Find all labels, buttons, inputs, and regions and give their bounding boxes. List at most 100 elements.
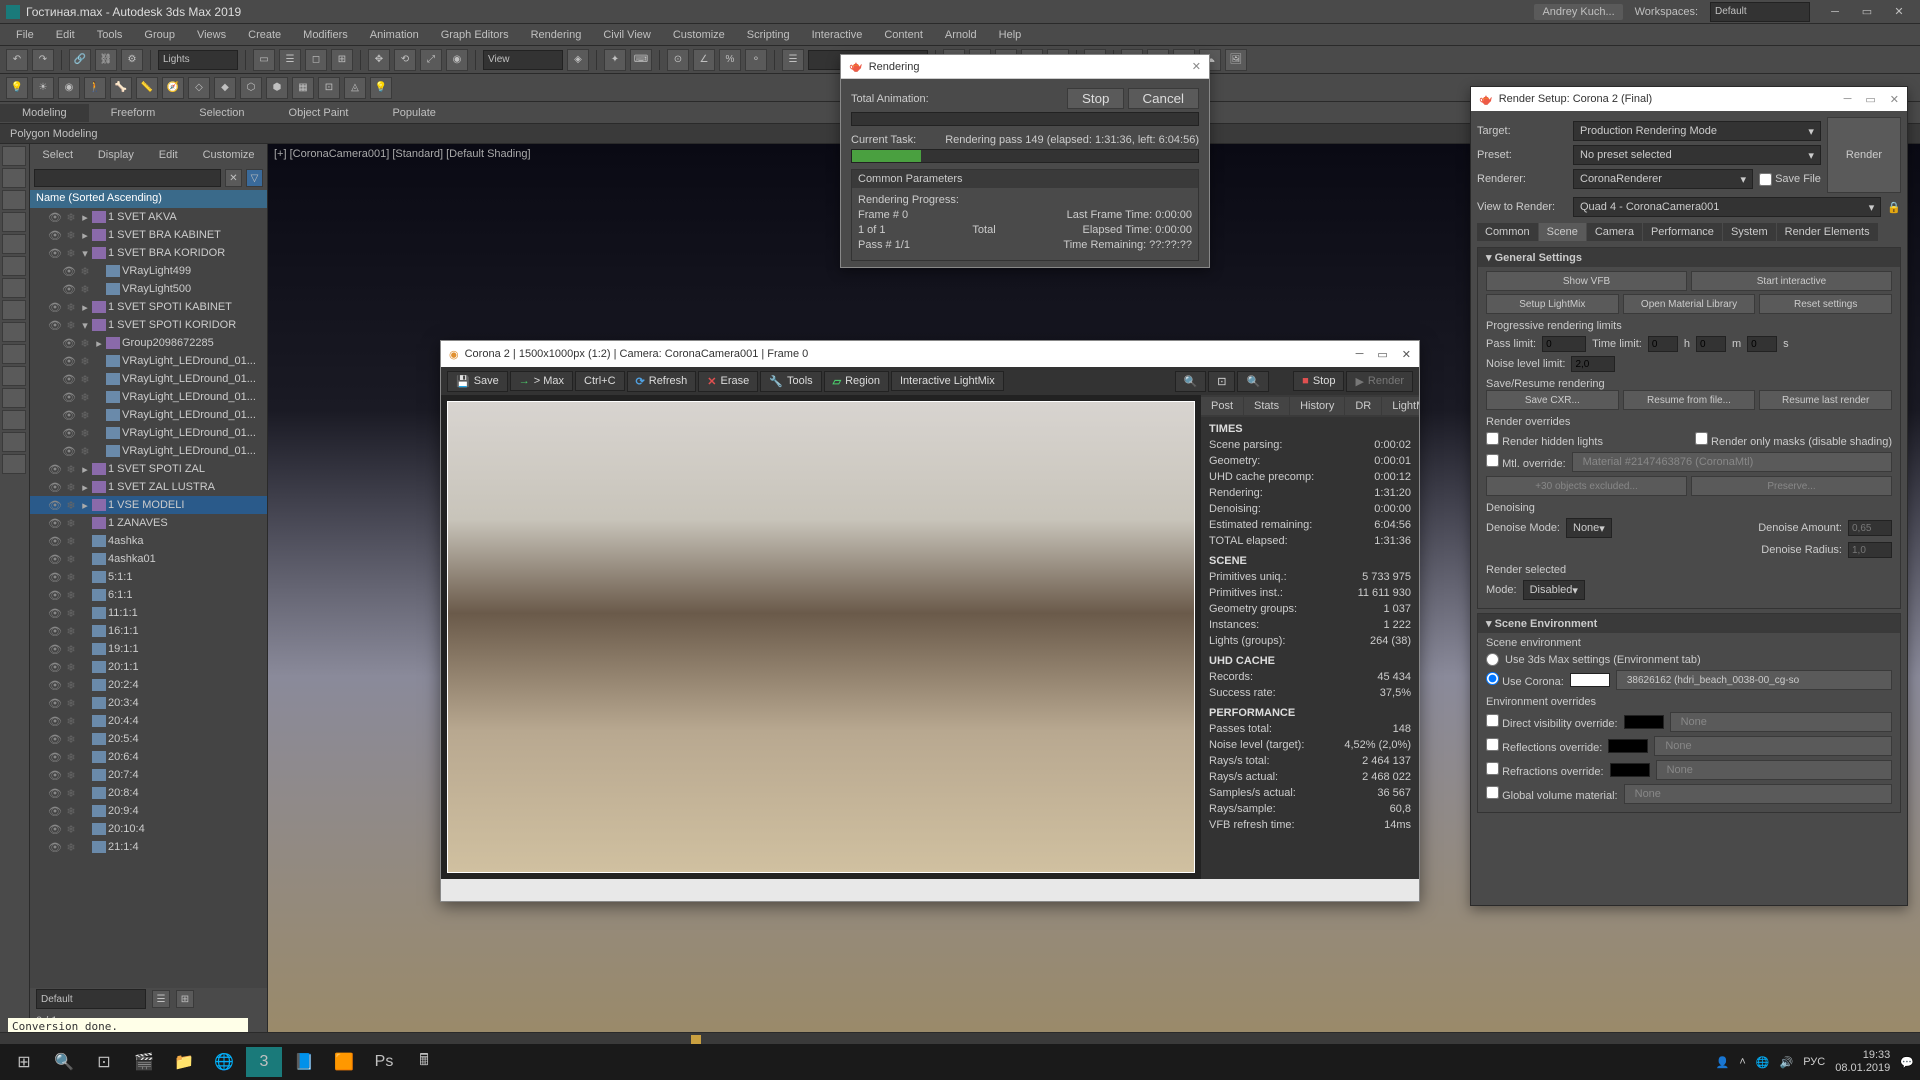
keyboard-shortcut-icon[interactable]: ⌨ — [630, 49, 652, 71]
freeze-icon[interactable]: ❄ — [64, 301, 78, 314]
menu-rendering[interactable]: Rendering — [521, 27, 592, 43]
freeze-icon[interactable]: ❄ — [64, 625, 78, 638]
menu-arnold[interactable]: Arnold — [935, 27, 987, 43]
tree-row[interactable]: 👁❄11:1:1 — [30, 604, 267, 622]
calculator-icon[interactable]: 🖩 — [406, 1047, 442, 1077]
freeze-icon[interactable]: ❄ — [64, 319, 78, 332]
filter-icon[interactable]: ▽ — [246, 169, 263, 187]
reset-settings-button[interactable]: Reset settings — [1759, 294, 1892, 314]
se-menu-edit[interactable]: Edit — [159, 149, 178, 161]
start-icon[interactable]: ⊞ — [6, 1047, 42, 1077]
only-masks-checkbox[interactable]: Render only masks (disable shading) — [1695, 432, 1892, 448]
time-h-input[interactable] — [1648, 336, 1678, 352]
select-icon[interactable]: ▭ — [253, 49, 275, 71]
visibility-icon[interactable]: 👁 — [48, 301, 62, 314]
visibility-icon[interactable]: 👁 — [48, 517, 62, 530]
link-icon[interactable]: 🔗 — [69, 49, 91, 71]
clear-filter-icon[interactable]: ✕ — [225, 169, 242, 187]
tree-header[interactable]: Name (Sorted Ascending) — [30, 190, 267, 208]
visibility-icon[interactable]: 👁 — [62, 445, 76, 458]
target-dropdown[interactable]: Production Rendering Mode▾ — [1573, 121, 1821, 141]
tree-row[interactable]: 👁❄5:1:1 — [30, 568, 267, 586]
save-button[interactable]: 💾Save — [447, 371, 508, 392]
visibility-icon[interactable]: 👁 — [48, 247, 62, 260]
denoise-mode-dropdown[interactable]: None▾ — [1566, 518, 1612, 538]
visibility-icon[interactable]: 👁 — [48, 751, 62, 764]
region-button[interactable]: ▱Region — [824, 371, 889, 392]
visibility-icon[interactable]: 👁 — [48, 481, 62, 494]
freeze-icon[interactable]: ❄ — [64, 769, 78, 782]
named-selection-icon[interactable]: ☰ — [782, 49, 804, 71]
ctrlc-button[interactable]: Ctrl+C — [575, 371, 624, 391]
explorer-icon[interactable]: 📁 — [166, 1047, 202, 1077]
bind-icon[interactable]: ⚙ — [121, 49, 143, 71]
visibility-icon[interactable]: 👁 — [48, 211, 62, 224]
tape-icon[interactable]: 📏 — [136, 77, 158, 99]
stop-button[interactable]: Stop — [1067, 88, 1124, 109]
pivot-icon[interactable]: ◈ — [567, 49, 589, 71]
env-map-slot[interactable]: 38626162 (hdri_beach_0038-00_cg-so — [1616, 670, 1892, 690]
hidden-lights-checkbox[interactable]: Render hidden lights — [1486, 432, 1603, 448]
window-crossing-icon[interactable]: ⊞ — [331, 49, 353, 71]
vfb-tab-history[interactable]: History — [1290, 397, 1344, 415]
freeze-icon[interactable]: ❄ — [64, 841, 78, 854]
freeze-icon[interactable]: ❄ — [64, 823, 78, 836]
visibility-icon[interactable]: 👁 — [48, 643, 62, 656]
tool-icon[interactable] — [2, 322, 26, 342]
menu-file[interactable]: File — [6, 27, 44, 43]
expand-icon[interactable]: ▾ — [80, 319, 90, 332]
biped-icon[interactable]: 🚶 — [84, 77, 106, 99]
use-corona-radio[interactable]: Use Corona: — [1486, 672, 1564, 688]
lamp-icon[interactable]: 💡 — [370, 77, 392, 99]
start-interactive-button[interactable]: Start interactive — [1691, 271, 1892, 291]
time-s-input[interactable] — [1747, 336, 1777, 352]
helper7-icon[interactable]: ◬ — [344, 77, 366, 99]
compass-icon[interactable]: 🧭 — [162, 77, 184, 99]
save-cxr-button[interactable]: Save CXR... — [1486, 390, 1619, 410]
tree-row[interactable]: 👁❄16:1:1 — [30, 622, 267, 640]
tree-row[interactable]: 👁❄20:9:4 — [30, 802, 267, 820]
close-icon[interactable]: ✕ — [1192, 60, 1201, 73]
angle-snap-icon[interactable]: ∠ — [693, 49, 715, 71]
redo-icon[interactable]: ↷ — [32, 49, 54, 71]
preserve-button[interactable]: Preserve... — [1691, 476, 1892, 496]
select-name-icon[interactable]: ☰ — [279, 49, 301, 71]
close-icon[interactable]: ✕ — [1402, 348, 1411, 361]
chrome-icon[interactable]: 🌐 — [206, 1047, 242, 1077]
vfb-tab-dr[interactable]: DR — [1345, 397, 1381, 415]
tree-row[interactable]: 👁❄20:1:1 — [30, 658, 267, 676]
menu-graph-editors[interactable]: Graph Editors — [431, 27, 519, 43]
freeze-icon[interactable]: ❄ — [64, 805, 78, 818]
ribbon-tab-selection[interactable]: Selection — [177, 104, 266, 122]
spinner-snap-icon[interactable]: ⚬ — [745, 49, 767, 71]
tool-icon[interactable] — [2, 190, 26, 210]
visibility-icon[interactable]: 👁 — [62, 337, 76, 350]
menu-civil-view[interactable]: Civil View — [593, 27, 660, 43]
visibility-icon[interactable]: 👁 — [48, 679, 62, 692]
ribbon-tab-freeform[interactable]: Freeform — [89, 104, 178, 122]
visibility-icon[interactable]: 👁 — [62, 427, 76, 440]
visibility-icon[interactable]: 👁 — [62, 409, 76, 422]
language-indicator[interactable]: РУС — [1803, 1056, 1825, 1068]
tree-row[interactable]: 👁❄20:7:4 — [30, 766, 267, 784]
visibility-icon[interactable]: 👁 — [48, 229, 62, 242]
tool-icon[interactable] — [2, 388, 26, 408]
notifications-icon[interactable]: 💬 — [1900, 1056, 1914, 1069]
expand-icon[interactable]: ▸ — [94, 337, 104, 350]
tree-row[interactable]: 👁❄VRayLight499 — [30, 262, 267, 280]
tool-icon[interactable] — [2, 146, 26, 166]
tree-row[interactable]: 👁❄▸1 SVET SPOTI KABINET — [30, 298, 267, 316]
layer-icon[interactable]: ⊞ — [176, 990, 194, 1008]
render-button[interactable]: ▶Render — [1346, 371, 1413, 392]
tool-icon[interactable] — [2, 366, 26, 386]
swatch[interactable] — [1610, 763, 1650, 777]
zoom-fit-icon[interactable]: ⊡ — [1208, 371, 1235, 392]
se-menu-customize[interactable]: Customize — [203, 149, 255, 161]
unlink-icon[interactable]: ⛓ — [95, 49, 117, 71]
save-file-checkbox[interactable]: Save File — [1759, 173, 1821, 186]
tree-row[interactable]: 👁❄20:3:4 — [30, 694, 267, 712]
freeze-icon[interactable]: ❄ — [64, 517, 78, 530]
expand-icon[interactable]: ▸ — [80, 211, 90, 224]
tree-row[interactable]: 👁❄19:1:1 — [30, 640, 267, 658]
renderer-dropdown[interactable]: CoronaRenderer▾ — [1573, 169, 1753, 189]
